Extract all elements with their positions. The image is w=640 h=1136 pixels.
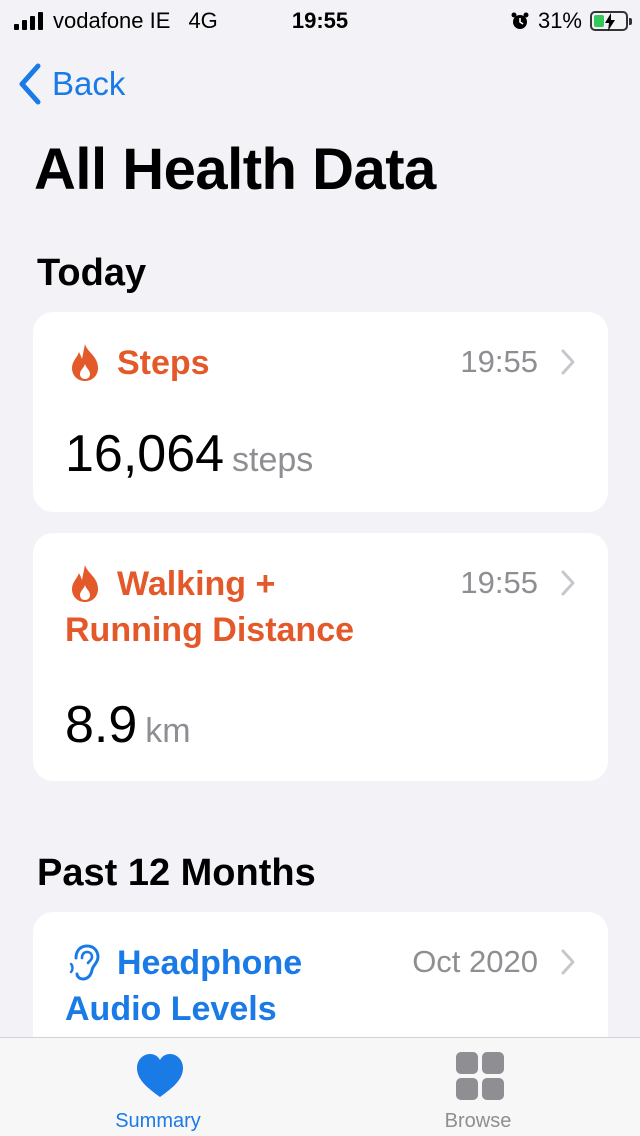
flame-icon bbox=[72, 344, 98, 381]
section-title-today: Today bbox=[37, 252, 147, 294]
chevron-left-icon bbox=[19, 63, 41, 105]
card-time: 19:55 bbox=[460, 344, 538, 379]
flame-icon bbox=[72, 565, 98, 602]
status-right: 31% bbox=[510, 8, 632, 34]
tab-browse[interactable]: Browse bbox=[378, 1038, 578, 1136]
charging-bolt-icon bbox=[605, 13, 615, 31]
ear-icon bbox=[69, 944, 100, 981]
card-walking-running-distance[interactable]: Walking + Running Distance 19:55 8.9 km bbox=[33, 533, 608, 781]
card-title-line2: Audio Levels bbox=[65, 990, 277, 1028]
card-value: 8.9 bbox=[65, 696, 138, 754]
card-header: Headphone bbox=[67, 940, 302, 986]
alarm-icon bbox=[511, 12, 529, 29]
tab-summary[interactable]: Summary bbox=[58, 1038, 258, 1136]
card-value-row: 16,064 steps bbox=[65, 424, 313, 484]
chevron-right-icon bbox=[561, 949, 575, 975]
grid-icon bbox=[456, 1052, 504, 1100]
card-time: Oct 2020 bbox=[412, 944, 538, 979]
section-title-past-12-months: Past 12 Months bbox=[37, 852, 316, 894]
card-title: Walking + bbox=[117, 565, 276, 603]
back-button[interactable]: Back bbox=[16, 62, 125, 106]
card-title-line2: Running Distance bbox=[65, 611, 355, 649]
card-unit: steps bbox=[232, 441, 314, 479]
card-value: 16,064 bbox=[65, 425, 225, 483]
tab-label: Browse bbox=[444, 1110, 512, 1132]
battery-icon bbox=[590, 11, 632, 31]
status-bar: vodafone IE 4G 19:55 31% bbox=[0, 0, 640, 40]
card-time: 19:55 bbox=[460, 565, 538, 600]
back-label: Back bbox=[52, 65, 126, 102]
tab-bar: Summary Browse bbox=[0, 1037, 640, 1136]
health-all-data-screen: vodafone IE 4G 19:55 31% Back All Health… bbox=[0, 0, 640, 1136]
card-title: Headphone bbox=[117, 944, 303, 982]
heart-icon bbox=[137, 1054, 183, 1097]
card-unit: km bbox=[145, 712, 191, 750]
card-meta: Oct 2020 bbox=[412, 944, 576, 980]
card-meta: 19:55 bbox=[460, 565, 576, 601]
battery-percent: 31% bbox=[537, 8, 582, 33]
card-title: Steps bbox=[117, 344, 210, 382]
tab-label: Summary bbox=[115, 1110, 201, 1132]
card-value-row: 8.9 km bbox=[65, 695, 191, 755]
card-meta: 19:55 bbox=[460, 344, 576, 380]
card-header: Steps bbox=[67, 340, 210, 386]
card-header: Walking + bbox=[67, 561, 275, 607]
card-steps[interactable]: Steps 19:55 16,064 steps bbox=[33, 312, 608, 512]
chevron-right-icon bbox=[561, 349, 575, 375]
page-title: All Health Data bbox=[34, 137, 436, 202]
chevron-right-icon bbox=[561, 570, 575, 596]
